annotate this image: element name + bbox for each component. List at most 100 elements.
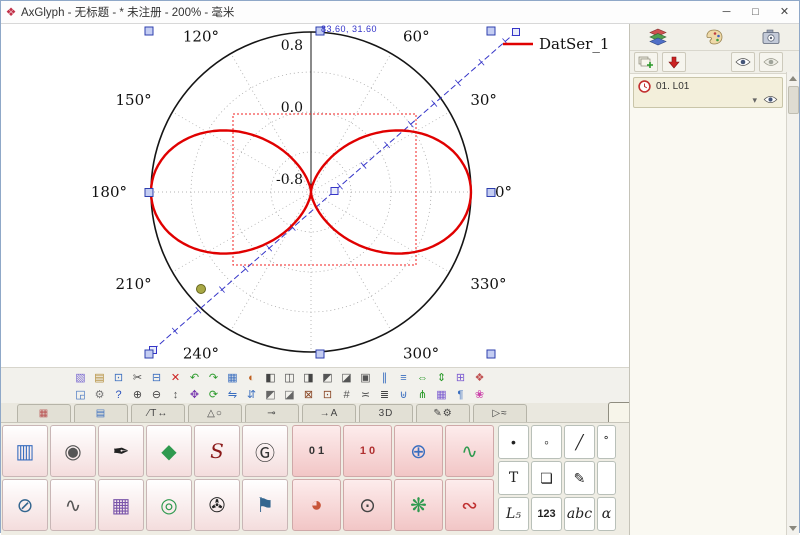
- unlock[interactable]: ⊡: [318, 387, 337, 403]
- numbers-tool[interactable]: 123: [531, 497, 562, 531]
- tab-arrows[interactable]: →A: [302, 404, 356, 422]
- tab-flow[interactable]: ▷≈: [473, 404, 527, 422]
- clipboard[interactable]: ⊟: [147, 370, 166, 386]
- monogram-tool[interactable]: Ⓖ: [242, 425, 288, 477]
- small-circle-tool[interactable]: ◦: [531, 425, 562, 459]
- minimize-button[interactable]: ─: [712, 2, 741, 23]
- send-back[interactable]: ◪: [280, 387, 299, 403]
- flip-horizontal[interactable]: ⇋: [223, 387, 242, 403]
- layers-button[interactable]: [641, 26, 675, 48]
- number-line-tool[interactable]: 0 1: [292, 425, 341, 477]
- callout-tool[interactable]: ❏: [531, 461, 562, 495]
- pie-chart-tool[interactable]: ◕: [292, 479, 341, 531]
- table[interactable]: ▦: [432, 387, 451, 403]
- degree-tool[interactable]: ˚: [597, 425, 616, 459]
- paragraph[interactable]: ¶: [451, 387, 470, 403]
- close-button[interactable]: ✕: [770, 2, 799, 23]
- line-chart-tool[interactable]: ∿: [445, 425, 494, 477]
- selection-handle[interactable]: [486, 349, 496, 359]
- rotate[interactable]: ⟳: [204, 387, 223, 403]
- label-subscript-tool[interactable]: L₅: [498, 497, 529, 531]
- spring-tool[interactable]: ∾: [445, 479, 494, 531]
- curve-node-tool[interactable]: ∿: [50, 479, 96, 531]
- layers-list[interactable]: ≣: [375, 387, 394, 403]
- selection-handle[interactable]: [144, 349, 154, 359]
- scroll-up-icon[interactable]: [789, 76, 797, 81]
- polar-plot-tool[interactable]: ⊙: [343, 479, 392, 531]
- group-objects[interactable]: ⊞: [451, 370, 470, 386]
- pan[interactable]: ✥: [185, 387, 204, 403]
- add-layer-button[interactable]: [634, 52, 658, 72]
- letters-tool[interactable]: abc: [564, 497, 595, 531]
- hide-all-layers-button[interactable]: [759, 52, 783, 72]
- tab-draw-settings[interactable]: ✎⚙: [416, 404, 470, 422]
- pen-nib-tool[interactable]: ✒: [98, 425, 144, 477]
- settings[interactable]: ⚙: [90, 387, 109, 403]
- show-all-layers-button[interactable]: [731, 52, 755, 72]
- align-center[interactable]: ◫: [280, 370, 299, 386]
- merge[interactable]: ⊎: [394, 387, 413, 403]
- snap-grid[interactable]: #: [337, 387, 356, 403]
- align-top[interactable]: ◩: [318, 370, 337, 386]
- grid-toggle[interactable]: ▦: [223, 370, 242, 386]
- cut[interactable]: ✂: [128, 370, 147, 386]
- ellipse-tool[interactable]: ⊘: [2, 479, 48, 531]
- zoom-in[interactable]: ⊕: [128, 387, 147, 403]
- selection-handle[interactable]: [486, 26, 496, 36]
- align-right[interactable]: ◨: [299, 370, 318, 386]
- flower-palette[interactable]: ❀: [470, 387, 489, 403]
- guide-handle[interactable]: [330, 187, 339, 195]
- line-tool[interactable]: ╱: [564, 425, 595, 459]
- spiral-shell-tool[interactable]: ✇: [194, 479, 240, 531]
- import-layer-button[interactable]: [662, 52, 686, 72]
- color-wheel[interactable]: ◐: [242, 370, 261, 386]
- image-tool[interactable]: ▥: [2, 425, 48, 477]
- color-grid[interactable]: ❖: [470, 370, 489, 386]
- axes-plot-tool[interactable]: ⊕: [394, 425, 443, 477]
- text-tool[interactable]: T: [498, 461, 529, 495]
- align-bottom[interactable]: ◪: [337, 370, 356, 386]
- scatter3d-tool[interactable]: ❋: [394, 479, 443, 531]
- align-left[interactable]: ◧: [261, 370, 280, 386]
- solid3d-tool[interactable]: ◆: [146, 425, 192, 477]
- selection-handle[interactable]: [144, 26, 154, 36]
- card-view[interactable]: ▤: [90, 370, 109, 386]
- scroll-down-icon[interactable]: [789, 526, 797, 531]
- fit-view[interactable]: ↕: [166, 387, 185, 403]
- tab-media[interactable]: ▤: [74, 404, 128, 422]
- layer-item[interactable]: 01. L01 ▾: [633, 77, 783, 108]
- node-grid-tool[interactable]: ▦: [98, 479, 144, 531]
- equal-width[interactable]: ⇔: [413, 370, 432, 386]
- selection-handle[interactable]: [144, 188, 154, 197]
- maximize-button[interactable]: □: [741, 2, 770, 23]
- ring-tool[interactable]: ◎: [146, 479, 192, 531]
- distribute-v[interactable]: ≡: [394, 370, 413, 386]
- screenshot-tool[interactable]: ◉: [50, 425, 96, 477]
- frame[interactable]: ▣: [356, 370, 375, 386]
- colorbar-tool[interactable]: 1 0: [343, 425, 392, 477]
- guide-handle[interactable]: [512, 28, 520, 36]
- tab-connectors[interactable]: ⊸: [245, 404, 299, 422]
- pencil-tool[interactable]: ✎: [564, 461, 595, 495]
- scrollbar-thumb[interactable]: [788, 86, 799, 114]
- undo[interactable]: ↶: [185, 370, 204, 386]
- layer-dropdown-icon[interactable]: ▾: [752, 95, 757, 105]
- layer-visibility-eye-icon[interactable]: [763, 95, 778, 104]
- tab-color-grid-left[interactable]: ▦: [17, 404, 71, 422]
- zoom-out[interactable]: ⊖: [147, 387, 166, 403]
- flag-chart-tool[interactable]: ⚑: [242, 479, 288, 531]
- help[interactable]: ?: [109, 387, 128, 403]
- paste-tool[interactable]: ▧: [71, 370, 90, 386]
- equal-height[interactable]: ⇕: [432, 370, 451, 386]
- redo[interactable]: ↷: [204, 370, 223, 386]
- panel-scrollbar[interactable]: [786, 72, 799, 535]
- capture-button[interactable]: [754, 26, 788, 48]
- freehand-tool[interactable]: S: [194, 425, 240, 477]
- tab-text-lines[interactable]: ⁄T↔: [131, 404, 185, 422]
- alpha-tool[interactable]: α: [597, 497, 616, 531]
- blank-tool[interactable]: [597, 461, 616, 495]
- flip-vertical[interactable]: ⇵: [242, 387, 261, 403]
- tab-3d[interactable]: 3D: [359, 404, 413, 422]
- tab-shapes[interactable]: △○: [188, 404, 242, 422]
- selection-handle[interactable]: [486, 188, 496, 197]
